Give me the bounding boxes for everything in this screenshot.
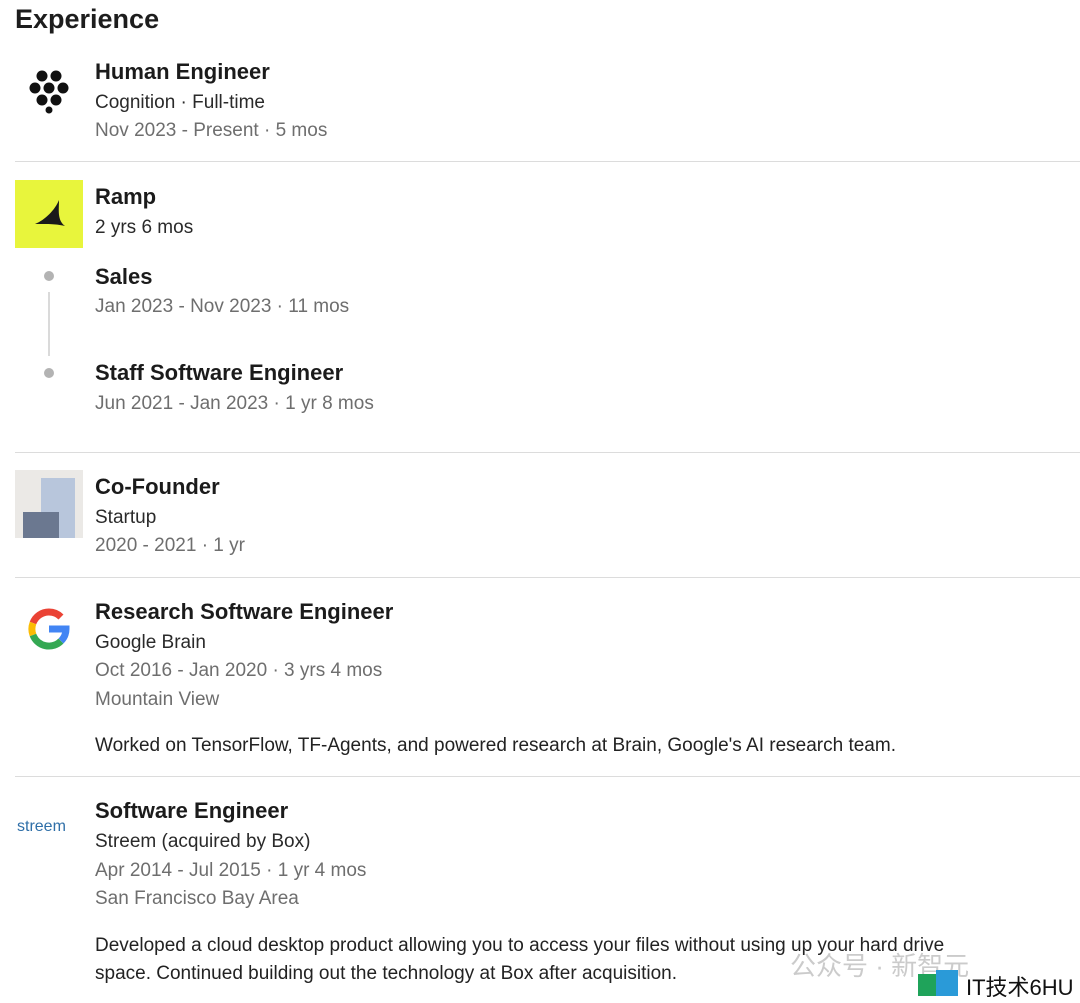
job-dates: Nov 2023 - Present · 5 mos <box>95 120 328 141</box>
timeline-dot <box>44 368 54 378</box>
job-description: Worked on TensorFlow, TF-Agents, and pow… <box>95 735 896 756</box>
job-location: Mountain View <box>95 689 220 710</box>
cognition-logo[interactable] <box>15 66 83 114</box>
job-title[interactable]: Human Engineer <box>95 59 270 85</box>
role-dates: Jan 2023 - Nov 2023 · 11 mos <box>95 296 350 317</box>
job-dates: Oct 2016 - Jan 2020 · 3 yrs 4 mos <box>95 660 383 681</box>
divider <box>15 577 1080 578</box>
timeline-line <box>48 292 50 356</box>
watermark-icon <box>918 970 960 998</box>
job-dates: Apr 2014 - Jul 2015 · 1 yr 4 mos <box>95 860 367 881</box>
section-title: Experience <box>15 4 160 34</box>
streem-logo[interactable]: streem <box>15 812 83 842</box>
timeline-dot <box>44 271 54 281</box>
streem-logo-text: streem <box>17 818 66 835</box>
company-name: Google Brain <box>95 632 206 653</box>
job-dates: 2020 - 2021 · 1 yr <box>95 535 245 556</box>
company-name: Startup <box>95 507 157 528</box>
role-title[interactable]: Staff Software Engineer <box>95 360 343 386</box>
divider <box>15 161 1080 162</box>
company-name: Streem (acquired by Box) <box>95 831 311 852</box>
job-location: San Francisco Bay Area <box>95 888 299 909</box>
role-dates: Jun 2021 - Jan 2023 · 1 yr 8 mos <box>95 393 374 414</box>
divider <box>15 452 1080 453</box>
company-name: Cognition · Full-time <box>95 92 265 113</box>
job-title[interactable]: Research Software Engineer <box>95 599 393 625</box>
watermark-brand: IT技术6HU <box>966 975 1074 1000</box>
ramp-logo[interactable] <box>15 180 83 248</box>
job-title[interactable]: Co-Founder <box>95 474 220 500</box>
job-title[interactable]: Software Engineer <box>95 798 288 824</box>
startup-logo[interactable] <box>15 470 83 538</box>
google-logo[interactable] <box>15 602 83 656</box>
job-description-line-2: space. Continued building out the techno… <box>95 963 677 984</box>
divider <box>15 776 1080 777</box>
role-title[interactable]: Sales <box>95 264 153 290</box>
company-name[interactable]: Ramp <box>95 184 156 210</box>
company-duration: 2 yrs 6 mos <box>95 217 194 238</box>
